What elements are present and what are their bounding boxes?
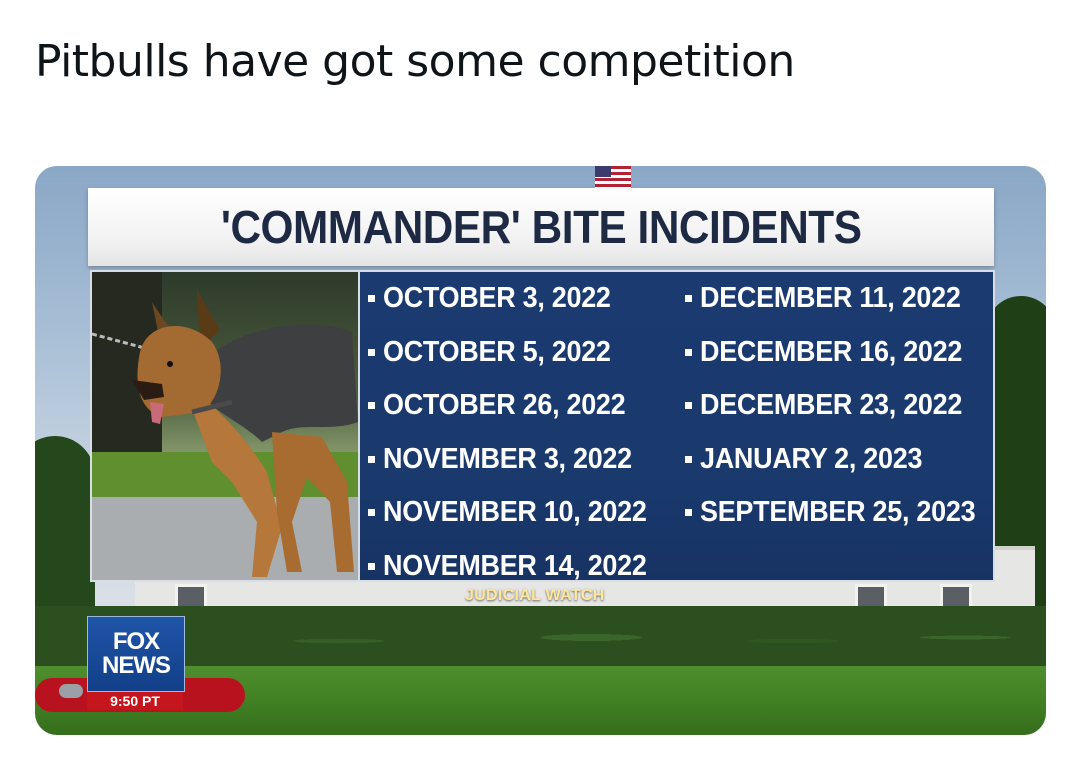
incident-item: NOVEMBER 14, 2022 (368, 540, 666, 594)
incident-item: OCTOBER 5, 2022 (368, 326, 666, 380)
bullet-icon (368, 509, 375, 517)
incident-date: DECEMBER 23, 2022 (700, 389, 963, 422)
incident-item: NOVEMBER 10, 2022 (368, 486, 666, 540)
incident-item: DECEMBER 16, 2022 (685, 326, 996, 380)
incident-date: NOVEMBER 3, 2022 (383, 442, 632, 475)
bullet-icon (685, 348, 692, 356)
incident-item: NOVEMBER 3, 2022 (368, 433, 666, 487)
incident-date: NOVEMBER 10, 2022 (383, 496, 647, 529)
logo-line-1: FOX (112, 628, 160, 655)
incident-item: DECEMBER 11, 2022 (685, 272, 996, 326)
incident-date: OCTOBER 5, 2022 (383, 335, 611, 368)
incident-item: SEPTEMBER 25, 2023 (685, 486, 996, 540)
incident-item: OCTOBER 3, 2022 (368, 272, 666, 326)
bullet-icon (368, 348, 375, 356)
bullet-icon (368, 455, 375, 463)
dog-photo (92, 272, 360, 580)
incident-date: SEPTEMBER 25, 2023 (700, 496, 976, 529)
incident-date: OCTOBER 26, 2022 (383, 389, 626, 422)
logo-line-2: NEWS (102, 652, 171, 679)
incident-date: NOVEMBER 14, 2022 (383, 549, 647, 582)
incident-date: OCTOBER 3, 2022 (383, 282, 611, 315)
german-shepherd-illustration (92, 290, 358, 577)
incident-date: DECEMBER 11, 2022 (700, 282, 961, 315)
incident-column-right: DECEMBER 11, 2022 DECEMBER 16, 2022 DECE… (685, 272, 996, 540)
incident-item: JANUARY 2, 2023 (685, 433, 996, 487)
bullet-icon (685, 509, 692, 517)
source-credit: JUDICIAL WATCH (465, 587, 605, 604)
incident-list: OCTOBER 3, 2022 OCTOBER 5, 2022 OCTOBER … (360, 272, 996, 582)
graphic-title: 'COMMANDER' BITE INCIDENTS (220, 201, 862, 253)
bullet-icon (368, 295, 375, 303)
fox-news-logo: FOX NEWS 9:50 PT (87, 616, 185, 712)
incident-date: DECEMBER 16, 2022 (700, 335, 963, 368)
content-panel: OCTOBER 3, 2022 OCTOBER 5, 2022 OCTOBER … (90, 270, 995, 582)
incident-item: DECEMBER 23, 2022 (685, 379, 996, 433)
bullet-icon (685, 402, 692, 410)
title-banner: 'COMMANDER' BITE INCIDENTS (88, 188, 994, 266)
incident-date: JANUARY 2, 2023 (700, 442, 923, 475)
post-caption: Pitbulls have got some competition (35, 36, 795, 87)
logo-box: FOX NEWS (87, 616, 185, 692)
incident-column-left: OCTOBER 3, 2022 OCTOBER 5, 2022 OCTOBER … (368, 272, 666, 593)
bullet-icon (685, 455, 692, 463)
bullet-icon (368, 562, 375, 570)
incident-item: OCTOBER 26, 2022 (368, 379, 666, 433)
live-indicator-pill (59, 684, 83, 698)
bullet-icon (368, 402, 375, 410)
background-flag (595, 166, 631, 188)
news-media-image[interactable]: 'COMMANDER' BITE INCIDENTS OCTOBER 3, 20… (35, 166, 1046, 735)
bullet-icon (685, 295, 692, 303)
broadcast-time: 9:50 PT (87, 692, 183, 710)
